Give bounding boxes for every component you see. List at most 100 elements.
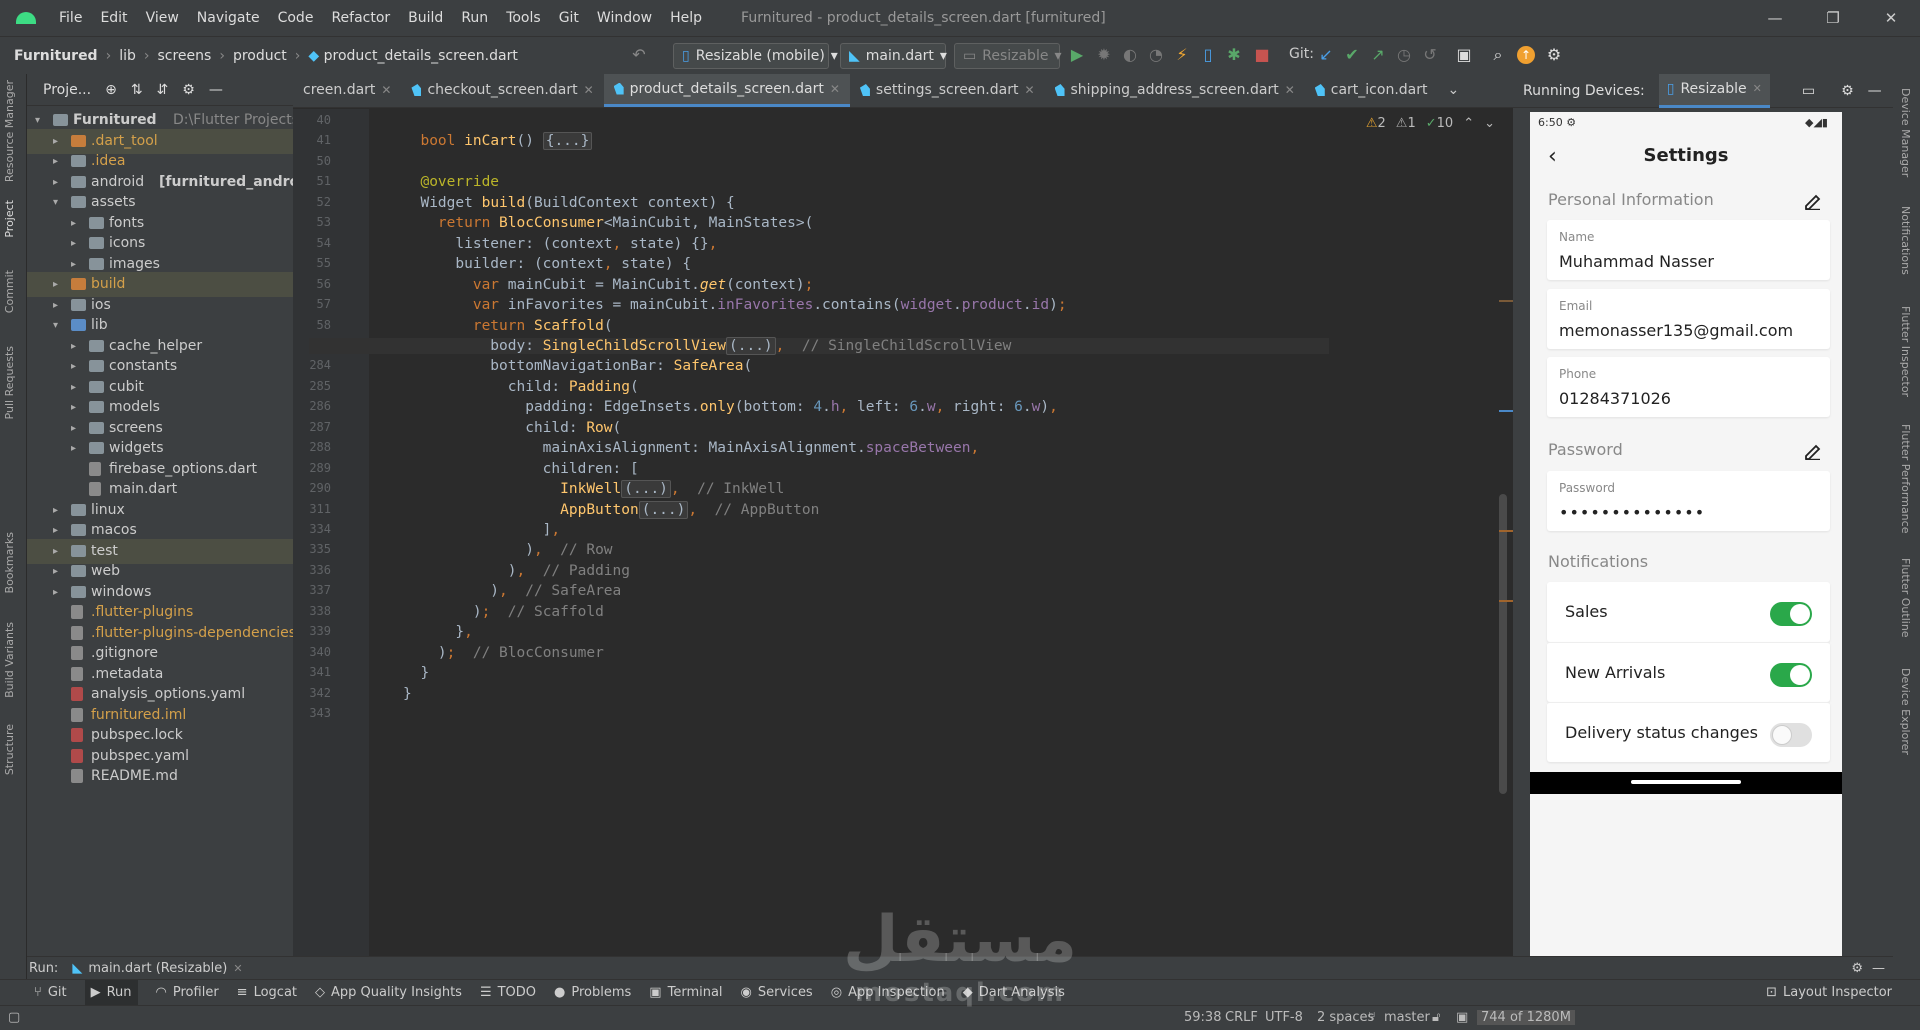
hide-icon[interactable]: — (1868, 83, 1882, 99)
line-number[interactable]: 57 (293, 297, 331, 311)
weak-warning-count[interactable]: ⚠1 (1396, 116, 1416, 131)
line-number[interactable]: 288 (293, 440, 331, 454)
apply-changes-icon[interactable]: ▯ (1199, 46, 1217, 64)
sales-switch[interactable] (1770, 602, 1812, 626)
target-selector[interactable]: ▭ Resizable ▾ (954, 43, 1061, 69)
structure-tab[interactable]: Structure (3, 724, 16, 775)
tool-terminal[interactable]: ▣ Terminal (649, 985, 722, 1000)
code-line[interactable]: var inFavorites = mainCubit.inFavorites.… (403, 297, 1067, 313)
phone-field[interactable]: Phone 01284371026 (1547, 357, 1830, 417)
edit-pencil-icon[interactable] (1804, 192, 1822, 210)
menu-file[interactable]: File (59, 10, 82, 26)
close-window-icon[interactable]: ✕ (1862, 0, 1920, 36)
pull-requests-tab[interactable]: Pull Requests (3, 346, 16, 419)
line-number[interactable]: 337 (293, 583, 331, 597)
line-number[interactable]: 334 (293, 522, 331, 536)
breadcrumb-product[interactable]: product (233, 48, 287, 64)
device-selector[interactable]: ▯ Resizable (mobile) ▾ (673, 43, 838, 69)
line-number[interactable]: 342 (293, 686, 331, 700)
minimize-icon[interactable]: — (1746, 0, 1804, 36)
password-field[interactable]: Password •••••••••••••• (1547, 471, 1830, 531)
breadcrumb-screens[interactable]: screens (157, 48, 211, 64)
menu-refactor[interactable]: Refactor (331, 10, 390, 26)
line-number[interactable]: 41 (293, 133, 331, 147)
line-number[interactable]: 287 (293, 420, 331, 434)
build-variants-tab[interactable]: Build Variants (3, 622, 16, 698)
chevron-up-icon[interactable]: ⌃ (1463, 116, 1474, 131)
line-number[interactable]: 56 (293, 277, 331, 291)
menu-edit[interactable]: Edit (100, 10, 127, 26)
line-separator[interactable]: CRLF (1225, 1010, 1258, 1025)
breadcrumb-lib[interactable]: lib (119, 48, 136, 64)
debug-icon[interactable]: ✹ (1095, 46, 1113, 64)
code-line[interactable]: ); // BlocConsumer (403, 645, 604, 661)
tree-node[interactable]: README.md (27, 764, 293, 789)
git-history-icon[interactable]: ◷ (1395, 46, 1413, 64)
chevron-down-icon[interactable]: ⌄ (1484, 116, 1495, 131)
tab-checkout-screen[interactable]: checkout_screen.dart ✕ (401, 74, 603, 107)
git-rollback-icon[interactable]: ↺ (1421, 46, 1439, 64)
menu-window[interactable]: Window (597, 10, 652, 26)
line-number[interactable]: 52 (293, 195, 331, 209)
breadcrumb-file[interactable]: product_details_screen.dart (324, 48, 518, 64)
git-commit-icon[interactable]: ✔ (1343, 46, 1361, 64)
run-icon[interactable]: ▶ (1068, 46, 1086, 64)
line-number[interactable]: 286 (293, 399, 331, 413)
profile-icon[interactable]: ◔ (1147, 46, 1165, 64)
code-line[interactable]: child: Row( (403, 420, 621, 436)
gear-icon[interactable]: ⚙ (1851, 961, 1863, 976)
tab-product-details-screen[interactable]: product_details_screen.dart ✕ (603, 74, 850, 107)
update-icon[interactable]: ↑ (1517, 46, 1535, 64)
code-line[interactable]: InkWell (...), // InkWell (403, 480, 784, 499)
line-number[interactable]: 336 (293, 563, 331, 577)
line-number[interactable]: 55 (293, 256, 331, 270)
code-line[interactable]: ], (403, 522, 560, 538)
git-branch[interactable]: master (1384, 1010, 1430, 1025)
code-line[interactable]: children: [ (403, 461, 639, 477)
attach-debugger-icon[interactable]: ✱ (1225, 46, 1243, 64)
gear-icon[interactable]: ⚙ (1841, 83, 1854, 99)
warning-marker[interactable] (1499, 300, 1513, 302)
commit-tab[interactable]: Commit (3, 270, 16, 313)
file-encoding[interactable]: UTF-8 (1265, 1010, 1303, 1025)
collapse-all-icon[interactable]: ⇵ (157, 82, 169, 98)
git-update-icon[interactable]: ↙ (1317, 46, 1335, 64)
code-line[interactable]: return Scaffold( (403, 318, 613, 334)
new-arrivals-switch[interactable] (1770, 663, 1812, 687)
line-number[interactable]: 51 (293, 174, 331, 188)
hide-icon[interactable]: — (1872, 961, 1885, 976)
line-number[interactable]: 341 (293, 665, 331, 679)
code-line[interactable]: }, (403, 624, 472, 640)
menu-run[interactable]: Run (461, 10, 488, 26)
tool-problems[interactable]: ● Problems (554, 985, 631, 1000)
stop-icon[interactable]: ■ (1253, 46, 1271, 64)
tab-settings-screen[interactable]: settings_screen.dart ✕ (850, 74, 1045, 107)
warning-marker[interactable] (1499, 530, 1513, 532)
notifications-tab[interactable]: Notifications (1899, 206, 1912, 275)
tool-todo[interactable]: ☰ TODO (480, 985, 536, 1000)
line-number[interactable]: 338 (293, 604, 331, 618)
indent-setting[interactable]: 2 spaces (1317, 1010, 1374, 1025)
coverage-icon[interactable]: ◐ (1121, 46, 1139, 64)
code-line[interactable]: bottomNavigationBar: SafeArea( (403, 358, 752, 374)
tool-logcat[interactable]: ≡ Logcat (237, 985, 297, 1000)
toggle-delivery-status[interactable]: Delivery status changes (1547, 702, 1830, 762)
code-line[interactable]: ), // SafeArea (403, 583, 621, 599)
run-config-selector[interactable]: ◣ main.dart ▾ (840, 43, 947, 69)
code-line[interactable]: ); // Scaffold (403, 604, 604, 620)
edit-pencil-icon[interactable] (1804, 442, 1822, 460)
tab-shipping-address-screen[interactable]: shipping_address_screen.dart ✕ (1045, 74, 1305, 107)
line-number[interactable]: 54 (293, 236, 331, 250)
menu-navigate[interactable]: Navigate (197, 10, 260, 26)
tool-layout-inspector[interactable]: ⊡ Layout Inspector (1766, 985, 1892, 1000)
code-line[interactable]: ), // Padding (403, 563, 630, 579)
line-number[interactable]: 285 (293, 379, 331, 393)
project-tab[interactable]: Project (3, 200, 16, 238)
code-line[interactable]: padding: EdgeInsets.only(bottom: 4.h, le… (403, 399, 1058, 415)
code-line[interactable]: } (403, 686, 412, 702)
bookmarks-tab[interactable]: Bookmarks (3, 532, 16, 593)
code-line[interactable]: body: SingleChildScrollView (...), // Sin… (309, 336, 1329, 355)
lock-icon[interactable]: 🔓︎ (1432, 1010, 1440, 1025)
toggle-sales[interactable]: Sales (1547, 582, 1830, 642)
line-number[interactable]: 290 (293, 481, 331, 495)
